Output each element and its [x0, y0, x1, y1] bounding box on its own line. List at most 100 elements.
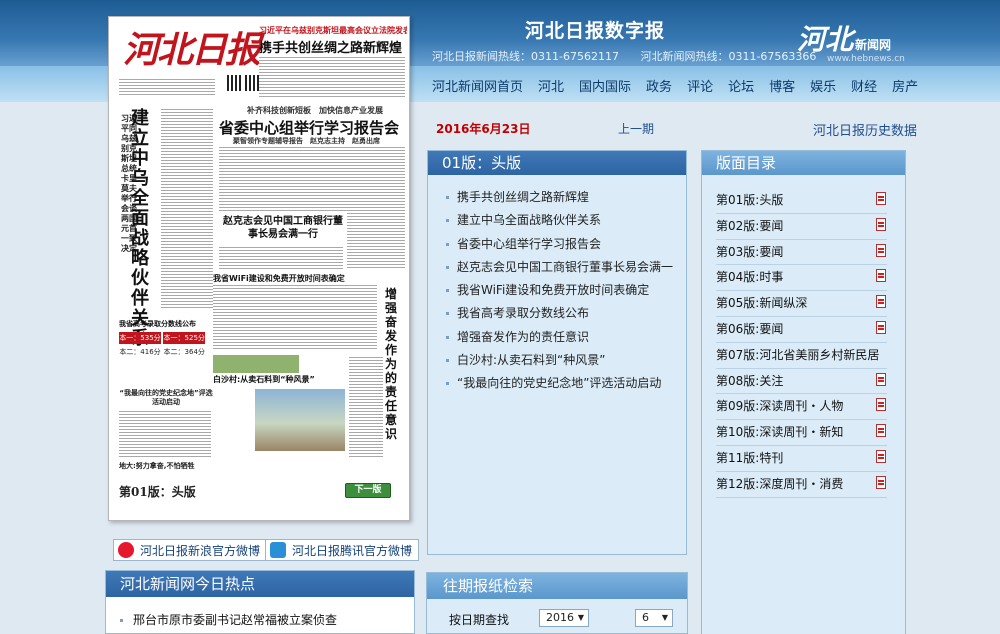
article-item[interactable]: 赵克志会见中国工商银行董事长易会满一	[446, 258, 686, 281]
section-item[interactable]: 第08版:关注	[716, 369, 887, 395]
tencent-weibo-icon	[270, 542, 286, 558]
pdf-icon[interactable]	[876, 217, 886, 231]
section-item-label: 第10版:深读周刊・新知	[716, 425, 844, 440]
section-item[interactable]: 第10版:深读周刊・新知	[716, 420, 887, 446]
year-select[interactable]: 2016 ▼	[539, 609, 589, 627]
section-item[interactable]: 第02版:要闻	[716, 214, 887, 240]
section-item[interactable]: 第05版:新闻纵深	[716, 291, 887, 317]
article-item[interactable]: 白沙村:从卖石料到“种风景”	[446, 351, 686, 374]
nav-link[interactable]: 财经	[851, 76, 877, 95]
next-edition-button[interactable]: 下一版	[345, 483, 391, 498]
nav-link[interactable]: 评论	[687, 76, 713, 95]
headline-2[interactable]: 赵克志会见中国工商银行董事长易会满一行	[223, 215, 343, 241]
archive-search-panel: 往期报纸检索 按日期查找 2016 ▼ 6 ▼	[426, 572, 688, 634]
nav-link[interactable]: 政务	[646, 76, 672, 95]
section-item[interactable]: 第06版:要闻	[716, 317, 887, 343]
article-item-label: 省委中心组举行学习报告会	[457, 236, 602, 251]
dropdown-arrow-icon: ▼	[661, 613, 668, 622]
vertical-headline[interactable]: 建立中乌全面战略伙伴关系	[131, 109, 159, 349]
headline-3[interactable]: 我省WiFi建设和免费开放时间表确定	[213, 273, 345, 284]
hot-news-title: 河北新闻网今日热点	[106, 571, 414, 597]
section-item[interactable]: 第01版:头版	[716, 188, 887, 214]
body-text	[347, 213, 405, 269]
section-item-label: 第06版:要闻	[716, 321, 784, 336]
vertical-editorial[interactable]: 增强奋发作为的责任意识	[385, 287, 399, 441]
score-cell: 本一：535分	[119, 332, 161, 344]
nav-link[interactable]: 河北	[538, 76, 564, 95]
logo-url: www.hebnews.cn	[827, 54, 905, 64]
main-nav: 河北新闻网首页 河北 国内国际 政务 评论 论坛 博客 娱乐 财经 房产	[432, 76, 933, 95]
search-by-date-label: 按日期查找	[449, 613, 510, 627]
nav-link[interactable]: 河北新闻网首页	[432, 76, 523, 95]
article-item[interactable]: 我省WiFi建设和免费开放时间表确定	[446, 281, 686, 304]
front-page-thumbnail[interactable]: 河北日报 习近平在乌兹别克斯坦最高会议立法院发表重要演讲 携手共创丝绸之路新辉煌…	[108, 16, 410, 521]
hotline-news-site: 河北新闻网热线：0311-67563366	[640, 50, 817, 63]
pdf-icon[interactable]	[876, 424, 886, 438]
body-text	[259, 57, 405, 97]
score-cell: 本二：364分	[163, 346, 206, 358]
section-item[interactable]: 第12版:深度周刊・消费	[716, 472, 887, 498]
section-item[interactable]: 第11版:特刊	[716, 446, 887, 472]
sections-panel-title: 版面目录	[702, 151, 905, 175]
article-item[interactable]: 省委中心组举行学习报告会	[446, 235, 686, 258]
tencent-weibo-button[interactable]: 河北日报腾讯官方微博	[265, 539, 420, 561]
sina-weibo-button[interactable]: 河北日报新浪官方微博	[113, 539, 268, 561]
article-item-label: 增强奋发作为的责任意识	[457, 329, 590, 344]
memorial-caption[interactable]: “我最向往的党史纪念地”评选活动启动	[119, 389, 213, 407]
pdf-icon[interactable]	[876, 475, 886, 489]
bullet-icon	[446, 335, 449, 339]
pdf-icon[interactable]	[876, 295, 886, 309]
article-item[interactable]: 携手共创丝绸之路新辉煌	[446, 188, 686, 211]
section-item[interactable]: 第09版:深读周刊・人物	[716, 394, 887, 421]
nav-link[interactable]: 娱乐	[810, 76, 836, 95]
pdf-icon[interactable]	[876, 449, 886, 463]
previous-issue-link[interactable]: 上一期	[618, 120, 654, 137]
score-box[interactable]: 我省高考录取分数线公布 本一：535分 本一：525分 本二：416分 本二：3…	[119, 319, 209, 360]
pdf-icon[interactable]	[876, 398, 886, 412]
nav-link[interactable]: 论坛	[728, 76, 754, 95]
issue-date: 2016年6月23日	[436, 122, 531, 136]
articles-panel-title: 01版：头版	[428, 151, 686, 175]
body-text	[219, 247, 343, 269]
history-data-link[interactable]: 河北日报历史数据	[813, 120, 917, 139]
section-item[interactable]: 第03版:要闻	[716, 240, 887, 266]
nav-link[interactable]: 博客	[769, 76, 795, 95]
article-item[interactable]: 建立中乌全面战略伙伴关系	[446, 211, 686, 234]
hot-news-item-label: 邢台市原市委副书记赵常福被立案侦查	[133, 613, 338, 627]
pdf-icon[interactable]	[876, 192, 886, 205]
bullet-icon	[446, 242, 449, 246]
pdf-icon[interactable]	[876, 243, 886, 257]
section-item-label: 第05版:新闻纵深	[716, 296, 808, 311]
top-headline[interactable]: 携手共创丝绸之路新辉煌	[259, 37, 402, 56]
nav-link[interactable]: 房产	[892, 76, 918, 95]
article-item-label: 建立中乌全面战略伙伴关系	[457, 213, 602, 228]
article-item[interactable]: 我省高考录取分数线公布	[446, 304, 686, 327]
hebnews-logo[interactable]: 河北 新闻网 www.hebnews.cn	[797, 18, 905, 64]
article-item[interactable]: “我最向往的党史纪念地”评选活动启动	[446, 374, 686, 397]
article-item-label: 我省高考录取分数线公布	[457, 306, 590, 321]
headline-1[interactable]: 省委中心组举行学习报告会	[219, 117, 399, 138]
body-text	[213, 285, 377, 351]
pdf-icon[interactable]	[876, 372, 886, 386]
section-item-label: 第01版:头版	[716, 193, 784, 207]
logo-small: 新闻网	[855, 38, 892, 52]
hot-news-item[interactable]: 邢台市原市委副书记赵常福被立案侦查	[106, 597, 414, 628]
hotlines: 河北日报新闻热线：0311-67562117 河北新闻网热线：0311-6756…	[432, 48, 834, 64]
pdf-icon[interactable]	[876, 269, 886, 283]
section-list: 第01版:头版第02版:要闻 第03版:要闻 第04版:时事第05版:新闻纵深 第06…	[702, 175, 905, 498]
month-value: 6	[642, 611, 649, 624]
bullet-icon	[446, 196, 449, 199]
edition-label: 第01版：头版	[119, 485, 196, 499]
section-item[interactable]: 第07版:河北省美丽乡村新民居	[716, 343, 887, 369]
section-item-label: 第07版:河北省美丽乡村新民居	[716, 347, 880, 362]
article-item[interactable]: 增强奋发作为的责任意识	[446, 328, 686, 351]
section-item[interactable]: 第04版:时事	[716, 265, 887, 292]
nav-link[interactable]: 国内国际	[579, 76, 631, 95]
hot-news-panel: 河北新闻网今日热点 邢台市原市委副书记赵常福被立案侦查	[105, 570, 415, 634]
news-photo	[255, 389, 345, 451]
month-select[interactable]: 6 ▼	[635, 609, 673, 627]
village-caption[interactable]: 白沙村:从卖石料到“种风景”	[213, 374, 315, 385]
pdf-icon[interactable]	[876, 320, 886, 334]
article-list: 携手共创丝绸之路新辉煌建立中乌全面战略伙伴关系 省委中心组举行学习报告会赵克志会见…	[428, 175, 686, 398]
section-item-label: 第09版:深读周刊・人物	[716, 399, 844, 414]
